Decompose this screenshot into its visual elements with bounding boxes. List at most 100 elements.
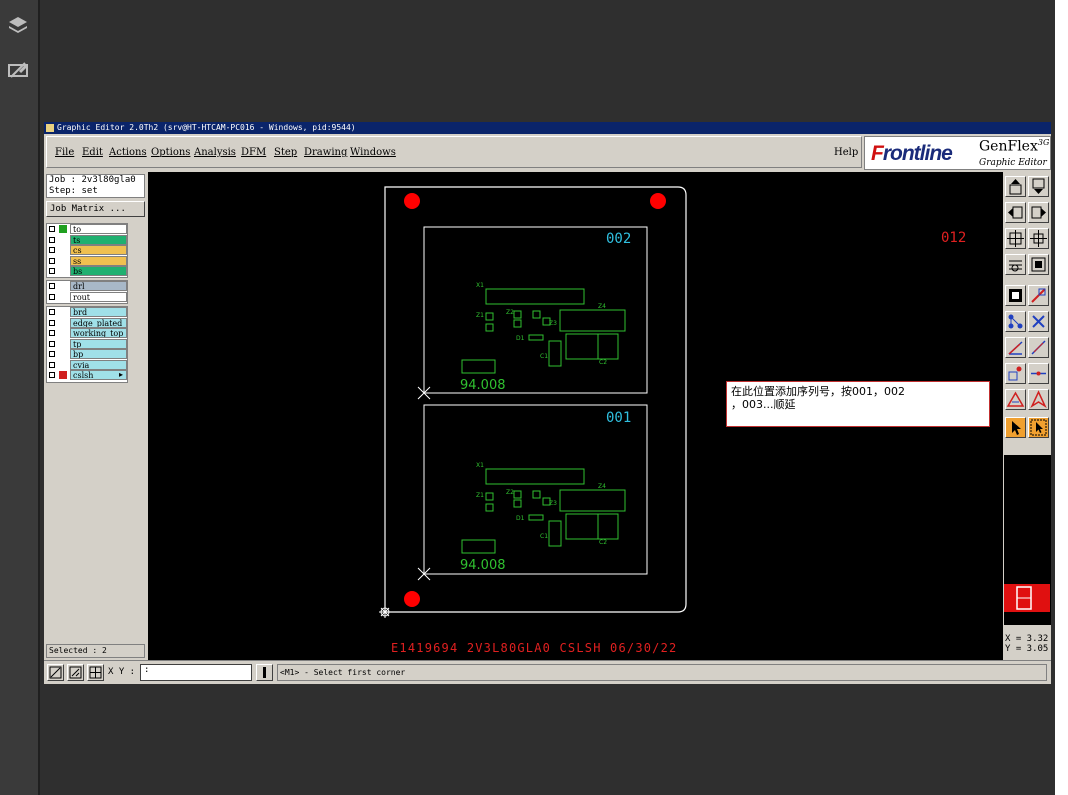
layer-checkbox[interactable] xyxy=(49,309,55,315)
board-top-labels: X1 Z1 Z2 Z3 Z4 D1 C1 C2 xyxy=(476,282,607,366)
layer-checkbox[interactable] xyxy=(49,351,55,357)
layer-name[interactable]: brd xyxy=(70,307,127,317)
layer-work-indicator[interactable] xyxy=(59,246,67,254)
menu-file[interactable]: File xyxy=(55,147,74,158)
layer-checkbox[interactable] xyxy=(49,268,55,274)
layer-name[interactable]: tp xyxy=(70,338,127,349)
layer-name[interactable]: rout xyxy=(70,291,127,302)
layer-name[interactable]: cs xyxy=(70,245,127,255)
menu-actions[interactable]: Actions xyxy=(109,147,147,158)
layer-name[interactable]: bs xyxy=(70,266,127,276)
layer-row-bs[interactable]: bs xyxy=(47,266,127,277)
layer-row-rout[interactable]: rout xyxy=(47,291,127,303)
draw-mode-button[interactable] xyxy=(47,664,64,681)
measure-tool-button[interactable] xyxy=(1028,285,1049,306)
menu-dfm[interactable]: DFM xyxy=(241,147,266,158)
layer-name[interactable]: working_top xyxy=(70,328,127,338)
layer-stack-tool-button[interactable] xyxy=(1005,254,1026,275)
xy-input[interactable]: : xyxy=(140,664,252,681)
menu-edit[interactable]: Edit xyxy=(82,147,103,158)
cross-tool-button[interactable] xyxy=(1028,311,1049,332)
layer-row-ss[interactable]: ss xyxy=(47,255,127,267)
connect-tool-button[interactable] xyxy=(1005,311,1026,332)
layer-name[interactable]: drl xyxy=(70,281,127,291)
move-up-tool-button[interactable] xyxy=(1005,176,1026,197)
active-layer-icon[interactable] xyxy=(59,371,67,379)
layer-checkbox[interactable] xyxy=(49,247,55,253)
right-edge-strip xyxy=(1055,0,1068,795)
layer-row-working_top[interactable]: working_top xyxy=(47,328,127,339)
markup-pen-icon[interactable] xyxy=(6,58,30,82)
layers-icon[interactable] xyxy=(6,14,30,38)
layer-row-cvia[interactable]: cvia xyxy=(47,359,127,371)
layer-checkbox[interactable] xyxy=(49,236,55,243)
triangle-tool-button[interactable] xyxy=(1005,389,1026,410)
menu-bar: File Edit Actions Options Analysis DFM S… xyxy=(46,136,862,168)
layer-checkbox[interactable] xyxy=(49,340,55,347)
zoom-fit-tool-button[interactable] xyxy=(1005,228,1026,249)
layer-name[interactable]: to xyxy=(70,224,127,234)
move-right-tool-button[interactable] xyxy=(1028,202,1049,223)
label-z2-top: Z2 xyxy=(506,309,514,316)
layer-name[interactable]: ts xyxy=(70,234,127,245)
logo-product: GenFlex3G xyxy=(979,138,1050,155)
layer-row-bp[interactable]: bp xyxy=(47,349,127,360)
job-matrix-button[interactable]: Job Matrix ... xyxy=(46,201,145,217)
layer-work-indicator[interactable] xyxy=(59,225,67,233)
layer-checkbox[interactable] xyxy=(49,330,55,336)
layer-name[interactable]: edge_plated xyxy=(70,317,127,328)
menu-options[interactable]: Options xyxy=(151,147,190,158)
layer-checkbox[interactable] xyxy=(49,283,55,289)
layer-checkbox[interactable] xyxy=(49,257,55,264)
pad-tool-button[interactable] xyxy=(1005,363,1026,384)
draw-icon xyxy=(49,666,62,679)
layer-work-indicator[interactable] xyxy=(59,267,67,275)
layer-row-brd[interactable]: brd xyxy=(47,307,127,318)
move-down-tool-button[interactable] xyxy=(1028,176,1049,197)
layer-checkbox[interactable] xyxy=(49,319,55,326)
menu-help[interactable]: Help xyxy=(834,147,858,158)
layer-work-indicator[interactable] xyxy=(59,235,67,244)
status-bar: X Y : : <M1> - Select first corner xyxy=(44,660,1051,684)
layer-checkbox[interactable] xyxy=(49,372,55,378)
line-tool-button[interactable] xyxy=(1028,337,1049,358)
layer-row-edge_plated[interactable]: edge_plated xyxy=(47,317,127,329)
expand-arrow-icon[interactable]: ▸ xyxy=(119,370,123,380)
fit-window-tool-button[interactable] xyxy=(1028,254,1049,275)
slot-tool-button[interactable] xyxy=(1028,363,1049,384)
layer-row-tp[interactable]: tp xyxy=(47,338,127,350)
layer-checkbox[interactable] xyxy=(49,361,55,368)
layer-row-drl[interactable]: drl xyxy=(47,281,127,292)
pointer-select-tool-button[interactable] xyxy=(1028,417,1049,438)
menu-step[interactable]: Step xyxy=(274,147,297,158)
select-feature-tool-button[interactable] xyxy=(1005,285,1026,306)
menu-analysis[interactable]: Analysis xyxy=(194,147,236,158)
layer-row-to[interactable]: to xyxy=(47,224,127,235)
app-icon xyxy=(46,124,54,132)
layer-checkbox[interactable] xyxy=(49,226,55,232)
layer-work-indicator[interactable] xyxy=(59,256,67,265)
layer-name[interactable]: bp xyxy=(70,349,127,359)
layer-row-cslsh[interactable]: cslsh ▸ xyxy=(47,370,127,381)
arrow-tool-button[interactable] xyxy=(1028,389,1049,410)
label-z4-bottom: Z4 xyxy=(598,483,606,490)
layer-name[interactable]: cvia xyxy=(70,359,127,370)
layer-row-cs[interactable]: cs xyxy=(47,245,127,256)
angle-tool-button[interactable] xyxy=(1005,337,1026,358)
menu-drawing[interactable]: Drawing xyxy=(304,147,347,158)
coordinate-toggle-button[interactable] xyxy=(256,664,273,681)
layer-row-ts[interactable]: ts xyxy=(47,234,127,246)
menu-windows[interactable]: Windows xyxy=(350,147,396,158)
edit-mode-button[interactable] xyxy=(67,664,84,681)
frontline-logo: Frontline GenFlex3G Graphic Editor xyxy=(864,136,1051,170)
layer-name[interactable]: ss xyxy=(70,255,127,266)
grid-mode-button[interactable] xyxy=(87,664,104,681)
layer-checkbox[interactable] xyxy=(49,293,55,300)
panel-outline xyxy=(384,186,687,613)
pointer-tool-button[interactable] xyxy=(1005,417,1026,438)
zoom-center-tool-button[interactable] xyxy=(1028,228,1049,249)
next-serial-id: 012 xyxy=(941,230,966,246)
film-icon xyxy=(1016,586,1032,610)
move-left-tool-button[interactable] xyxy=(1005,202,1026,223)
board-bottom-labels: X1 Z1 Z2 Z3 Z4 D1 C1 C2 xyxy=(476,462,607,546)
